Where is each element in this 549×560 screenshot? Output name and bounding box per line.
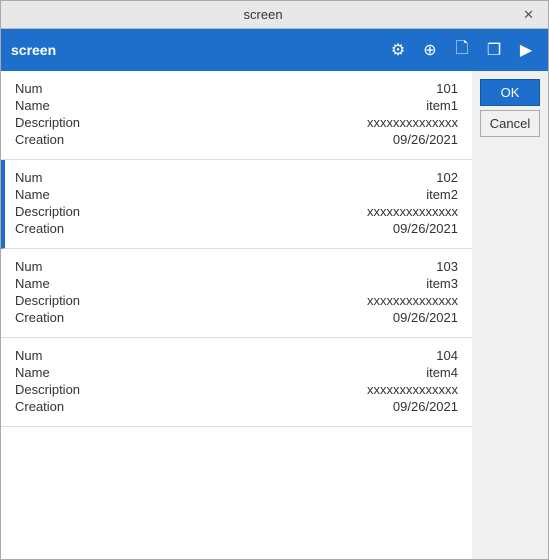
creation-value: 09/26/2021	[393, 399, 458, 414]
num-value: 103	[436, 259, 458, 274]
close-button[interactable]: ✕	[517, 5, 540, 25]
name-value: item4	[426, 365, 458, 380]
desc-label: Description	[15, 382, 80, 397]
list-item[interactable]: Num 102 Name item2 Description xxxxxxxxx…	[1, 160, 472, 249]
name-value: item3	[426, 276, 458, 291]
num-label: Num	[15, 81, 42, 96]
name-label: Name	[15, 98, 50, 113]
toolbar-title: screen	[11, 42, 378, 58]
desc-label: Description	[15, 115, 80, 130]
main-area: Num 101 Name item1 Description xxxxxxxxx…	[1, 71, 548, 559]
list-item[interactable]: Num 101 Name item1 Description xxxxxxxxx…	[1, 71, 472, 160]
creation-value: 09/26/2021	[393, 310, 458, 325]
desc-value: xxxxxxxxxxxxxx	[367, 293, 458, 308]
item-list[interactable]: Num 101 Name item1 Description xxxxxxxxx…	[1, 71, 472, 559]
num-label: Num	[15, 348, 42, 363]
side-buttons: OK Cancel	[472, 71, 548, 559]
toolbar: screen ⚙ ⊕ 🗋 ❐ ▶	[1, 29, 548, 71]
globe-icon[interactable]: ⊕	[418, 38, 442, 62]
name-label: Name	[15, 187, 50, 202]
cancel-button[interactable]: Cancel	[480, 110, 540, 137]
window-title: screen	[9, 7, 517, 22]
name-label: Name	[15, 276, 50, 291]
creation-label: Creation	[15, 399, 64, 414]
creation-value: 09/26/2021	[393, 132, 458, 147]
num-value: 101	[436, 81, 458, 96]
num-value: 104	[436, 348, 458, 363]
gear-icon[interactable]: ⚙	[386, 38, 410, 62]
desc-value: xxxxxxxxxxxxxx	[367, 115, 458, 130]
desc-value: xxxxxxxxxxxxxx	[367, 204, 458, 219]
desc-label: Description	[15, 204, 80, 219]
copy-icon[interactable]: ❐	[482, 38, 506, 62]
list-item[interactable]: Num 103 Name item3 Description xxxxxxxxx…	[1, 249, 472, 338]
name-value: item2	[426, 187, 458, 202]
name-label: Name	[15, 365, 50, 380]
desc-value: xxxxxxxxxxxxxx	[367, 382, 458, 397]
window: screen ✕ screen ⚙ ⊕ 🗋 ❐ ▶ Num 101 Name i…	[0, 0, 549, 560]
num-value: 102	[436, 170, 458, 185]
creation-label: Creation	[15, 132, 64, 147]
creation-value: 09/26/2021	[393, 221, 458, 236]
desc-label: Description	[15, 293, 80, 308]
creation-label: Creation	[15, 221, 64, 236]
num-label: Num	[15, 170, 42, 185]
title-bar: screen ✕	[1, 1, 548, 29]
num-label: Num	[15, 259, 42, 274]
creation-label: Creation	[15, 310, 64, 325]
play-icon[interactable]: ▶	[514, 38, 538, 62]
ok-button[interactable]: OK	[480, 79, 540, 106]
name-value: item1	[426, 98, 458, 113]
document-icon[interactable]: 🗋	[450, 38, 474, 62]
list-item[interactable]: Num 104 Name item4 Description xxxxxxxxx…	[1, 338, 472, 427]
